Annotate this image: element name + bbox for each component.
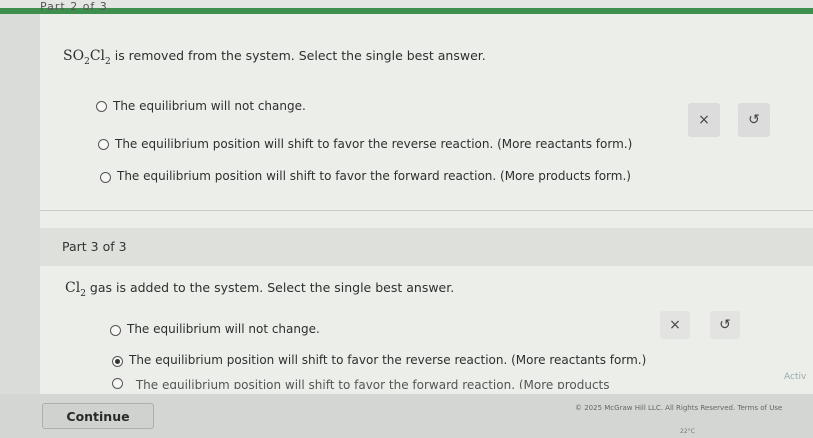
- part3-option-3-cutoff[interactable]: The equilibrium position will shift to f…: [85, 369, 625, 389]
- part2-radio-1[interactable]: [96, 101, 107, 112]
- chem-cl2: Cl2: [65, 280, 86, 299]
- continue-button[interactable]: Continue: [42, 403, 154, 429]
- part3-radio-2-selected[interactable]: [112, 356, 123, 367]
- part3-radio-3[interactable]: [112, 378, 123, 389]
- close-icon: ×: [698, 112, 710, 128]
- part-2-label-top: Part 2 of 3: [40, 0, 108, 13]
- part3-option-2[interactable]: The equilibrium position will shift to f…: [129, 353, 646, 367]
- clear-answer-button-part3[interactable]: ×: [660, 311, 690, 339]
- undo-icon: ↺: [748, 112, 760, 128]
- copyright-text: © 2025 McGraw Hill LLC. All Rights Reser…: [575, 404, 783, 412]
- part2-option-3[interactable]: The equilibrium position will shift to f…: [117, 169, 631, 183]
- part-3-label: Part 3 of 3: [62, 239, 127, 254]
- activate-windows-text: Activ: [784, 372, 807, 382]
- section-divider: [40, 210, 813, 211]
- undo-icon: ↺: [719, 317, 731, 333]
- question-panel: [40, 14, 813, 394]
- top-strip: [0, 0, 813, 14]
- part3-question: Cl2 gas is added to the system. Select t…: [65, 280, 454, 299]
- part2-question: SO2Cl2 is removed from the system. Selec…: [63, 48, 486, 67]
- part3-question-text: gas is added to the system. Select the s…: [85, 280, 455, 295]
- part3-radio-1[interactable]: [110, 325, 121, 336]
- taskbar: 22°C: [680, 424, 813, 438]
- part2-question-text: is removed from the system. Select the s…: [110, 48, 486, 63]
- part2-option-1[interactable]: The equilibrium will not change.: [113, 99, 306, 113]
- undo-button[interactable]: ↺: [738, 103, 770, 137]
- part3-option-3[interactable]: The equilibrium position will shift to f…: [85, 378, 610, 389]
- part3-option-1[interactable]: The equilibrium will not change.: [127, 322, 320, 336]
- chem-so2cl2: SO2Cl2: [63, 48, 111, 67]
- part2-radio-2[interactable]: [98, 139, 109, 150]
- part2-radio-3[interactable]: [100, 172, 111, 183]
- part-3-header: Part 3 of 3: [40, 228, 813, 266]
- close-icon: ×: [669, 317, 681, 333]
- part2-option-2[interactable]: The equilibrium position will shift to f…: [115, 137, 632, 151]
- weather-text: 22°C: [680, 427, 695, 435]
- clear-answer-button[interactable]: ×: [688, 103, 720, 137]
- undo-button-part3[interactable]: ↺: [710, 311, 740, 339]
